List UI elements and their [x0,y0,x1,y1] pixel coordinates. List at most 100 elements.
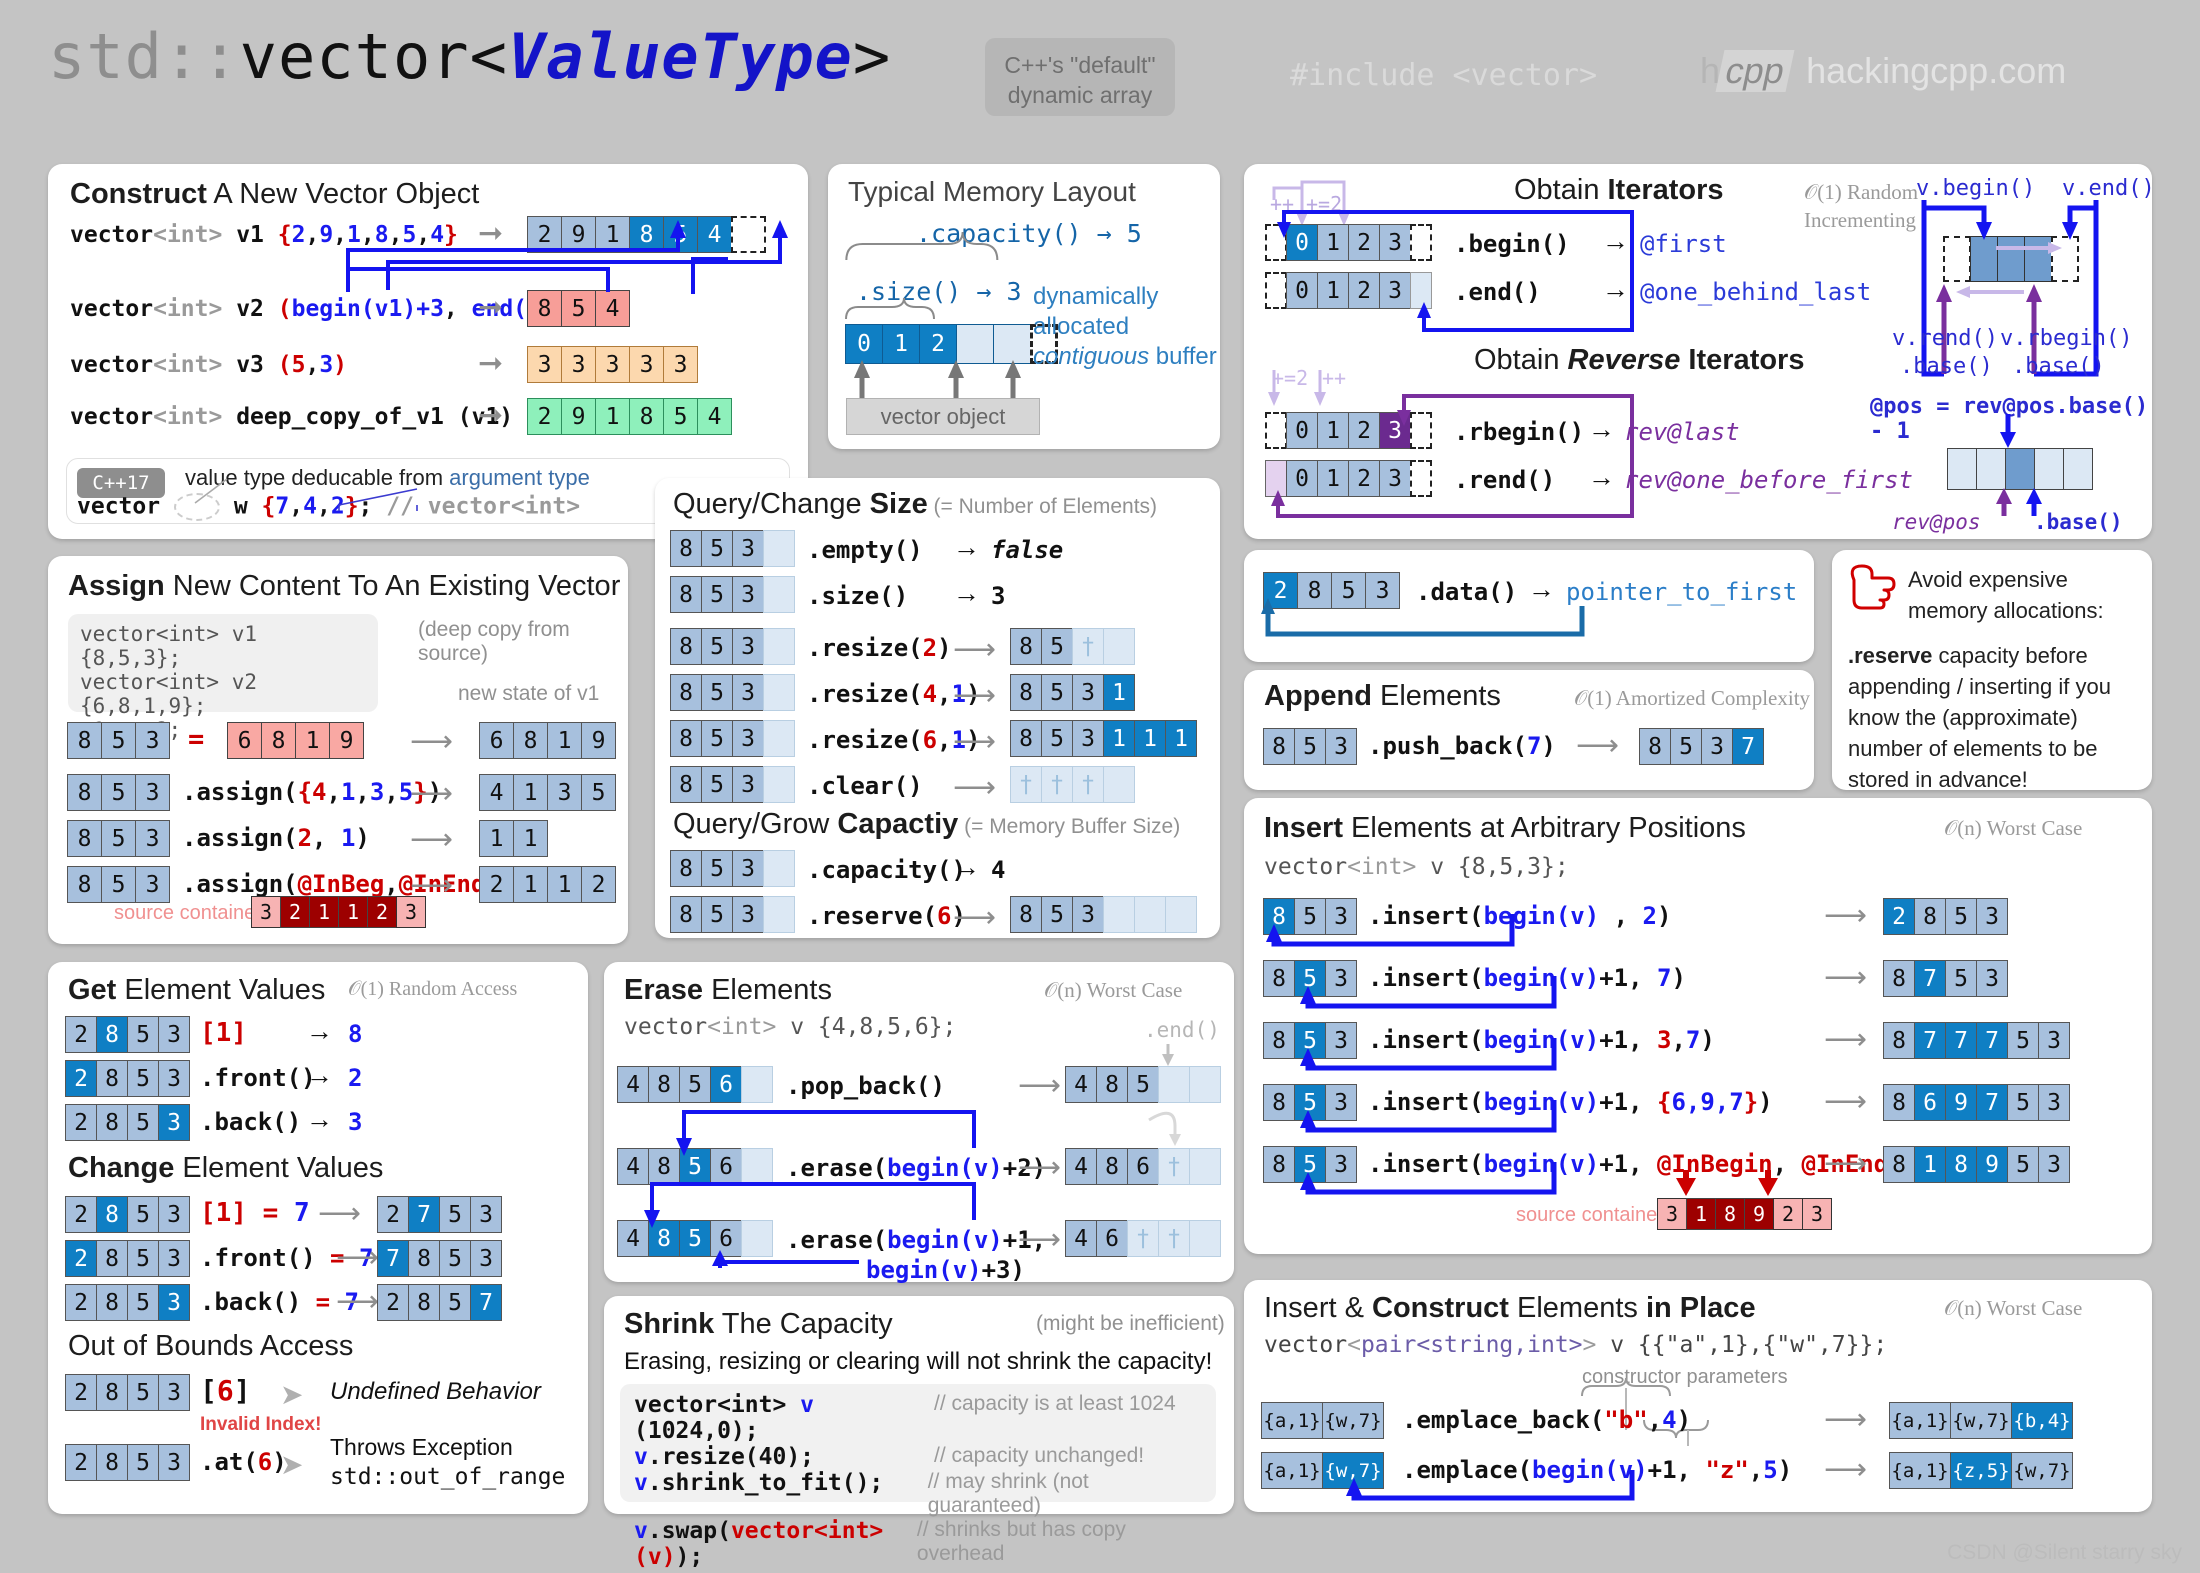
assign-code-block: vector<int> v1 {8,5,3}; vector<int> v2 {… [68,614,378,742]
construct-row-3: vector<int> v3 (5,3) [70,352,347,378]
size-row-resize41-out: 8 5 3 1 [1010,674,1135,711]
reserve-tip-line-7: stored in advance! [1848,767,2028,792]
change-title: Change Element Values [68,1152,383,1185]
cell: 8 [1263,1146,1295,1183]
cell-pos [2005,448,2035,490]
insert-row-1-out: 2 8 5 3 [1883,898,2008,935]
size-row-resize61-arrow: ⟶ [953,725,997,758]
cell: 4 [595,290,630,327]
cell: 9 [561,216,596,253]
iterators-complexity-1: 𝒪(1) Random [1804,180,1919,204]
construct-arrow-1: ➞ [478,217,504,250]
cell: 2 [527,216,562,253]
cell-new: 7 [470,1284,502,1321]
cell: 3 [135,866,170,903]
reserve-tip-body: .reserve capacity before appending / ins… [1848,640,2144,795]
cell-new: 1 [1103,674,1135,711]
cell: 1 [1686,1198,1716,1230]
cell: 3 [732,530,764,567]
shrink-code-4: v.swap(vector<int>(v)); [634,1518,884,1570]
insert-row-5-cells: 8 5 3 [1263,1146,1357,1183]
cell: 8 [96,1444,128,1481]
cell: 5 [439,1196,471,1233]
title-namespace: std:: [48,20,240,93]
cpp17-code-kw: vector [77,493,161,520]
cell: 3 [1072,720,1104,757]
change-row-3-out: 2 8 5 7 [377,1284,502,1321]
cell: 5 [1670,728,1702,765]
panel-append: Append Elements 𝒪(1) Amortized Complexit… [1244,670,1814,790]
cell: 9 [329,722,364,759]
cell: 5 [1041,896,1073,933]
append-title-bold: Append [1264,680,1372,712]
cell-destroyed: † [1072,766,1104,803]
cell: 1 [1317,460,1349,497]
pointing-hand-icon [1850,564,1896,610]
cap-row-reserve-arrow: ⟶ [953,901,997,934]
include-directive: #include <vector> [1290,58,1598,93]
cell-free [1189,1066,1221,1103]
cell: 3 [158,1374,190,1411]
memory-note: dynamically allocated contiguous buffer [1033,282,1217,372]
erase-complexity: 𝒪(n) Worst Case [1044,978,1183,1002]
cell: 3 [1976,960,2008,997]
cell: 1 [595,216,630,253]
cell: 1 [479,820,514,857]
cell: 5 [127,1240,159,1277]
cell: 3 [1802,1198,1832,1230]
diag-formula: @pos = rev@pos.base() - 1 [1870,394,2149,444]
emplace-title-d: in Place [1645,1292,1756,1324]
cell: 8 [1263,728,1295,765]
cell: 6 [1127,1148,1159,1185]
panel-data: 2 8 5 3 .data() → pointer_to_first [1244,550,1814,662]
cell: 5 [663,216,698,253]
shrink-code-block: vector<int> v (1024,0); // capacity is at… [620,1384,1216,1570]
cell: 0 [1286,272,1318,309]
cell: 1 [1317,412,1349,449]
cell: 8 [1883,1022,1915,1059]
cell: 3 [158,1196,190,1233]
size-row-resize2-cells: 8 5 3 [670,628,795,665]
cell-new: 1 [1165,720,1197,757]
iterators-incr-p2: +=2 [1306,192,1343,216]
cell: {w,7} [1950,1402,2012,1439]
erase-row-2-out: 4 8 6 † [1065,1148,1221,1185]
rend-arrow: → [1588,462,1615,492]
cell: 8 [648,1148,680,1185]
cell: 3 [2038,1022,2070,1059]
cap-row-capacity-cells: 8 5 3 [670,850,795,887]
cell-free [763,530,795,567]
cell-pos: {w,7} [1322,1452,1384,1489]
cell-sel: 5 [679,1148,711,1185]
memory-capacity-label: .capacity() → 5 [916,219,1142,248]
erase-title: Erase Elements [624,974,832,1007]
rev-iterators-title: Obtain Reverse Iterators [1474,344,1804,377]
diag-rbegin-label: v.rbegin() [2000,326,2133,351]
cell: 5 [1041,674,1073,711]
cell-destroyed: † [1072,628,1104,665]
cell: 1 [547,722,582,759]
title-valuetype: ValueType [507,20,853,93]
assign-row-1-arg: 6 8 1 9 [227,722,364,759]
cell-spare [956,324,994,364]
cell: 2 [367,896,397,928]
cpp17-code-comment: // vector<int> [386,493,581,520]
cell: 5 [2007,1022,2039,1059]
panel-size-capacity: Query/Change Size (= Number of Elements)… [655,478,1220,938]
cell: 3 [1379,224,1411,261]
capacity-title: Query/Grow Capactiy (= Memory Buffer Siz… [673,808,1180,841]
cell: 8 [1010,896,1042,933]
cell: 5 [127,1016,159,1053]
memory-object-box: vector object [846,398,1040,435]
cell: 3 [1325,1146,1357,1183]
assign-row-1-src: 8 5 3 [67,722,170,759]
change-row-3-arrow: ⟶ [336,1285,380,1318]
cell-spare [993,324,1031,364]
cell: 2 [65,1016,97,1053]
brand-logo[interactable]: hcpp hackingcpp.com [1700,50,2066,92]
construct-arrow-2: ➞ [478,291,504,324]
cell-end-marker [731,216,766,253]
cell-free [1103,896,1135,933]
memory-note-3: contiguous buffer [1033,342,1217,372]
diag-end-label: v.end() [2062,176,2155,201]
